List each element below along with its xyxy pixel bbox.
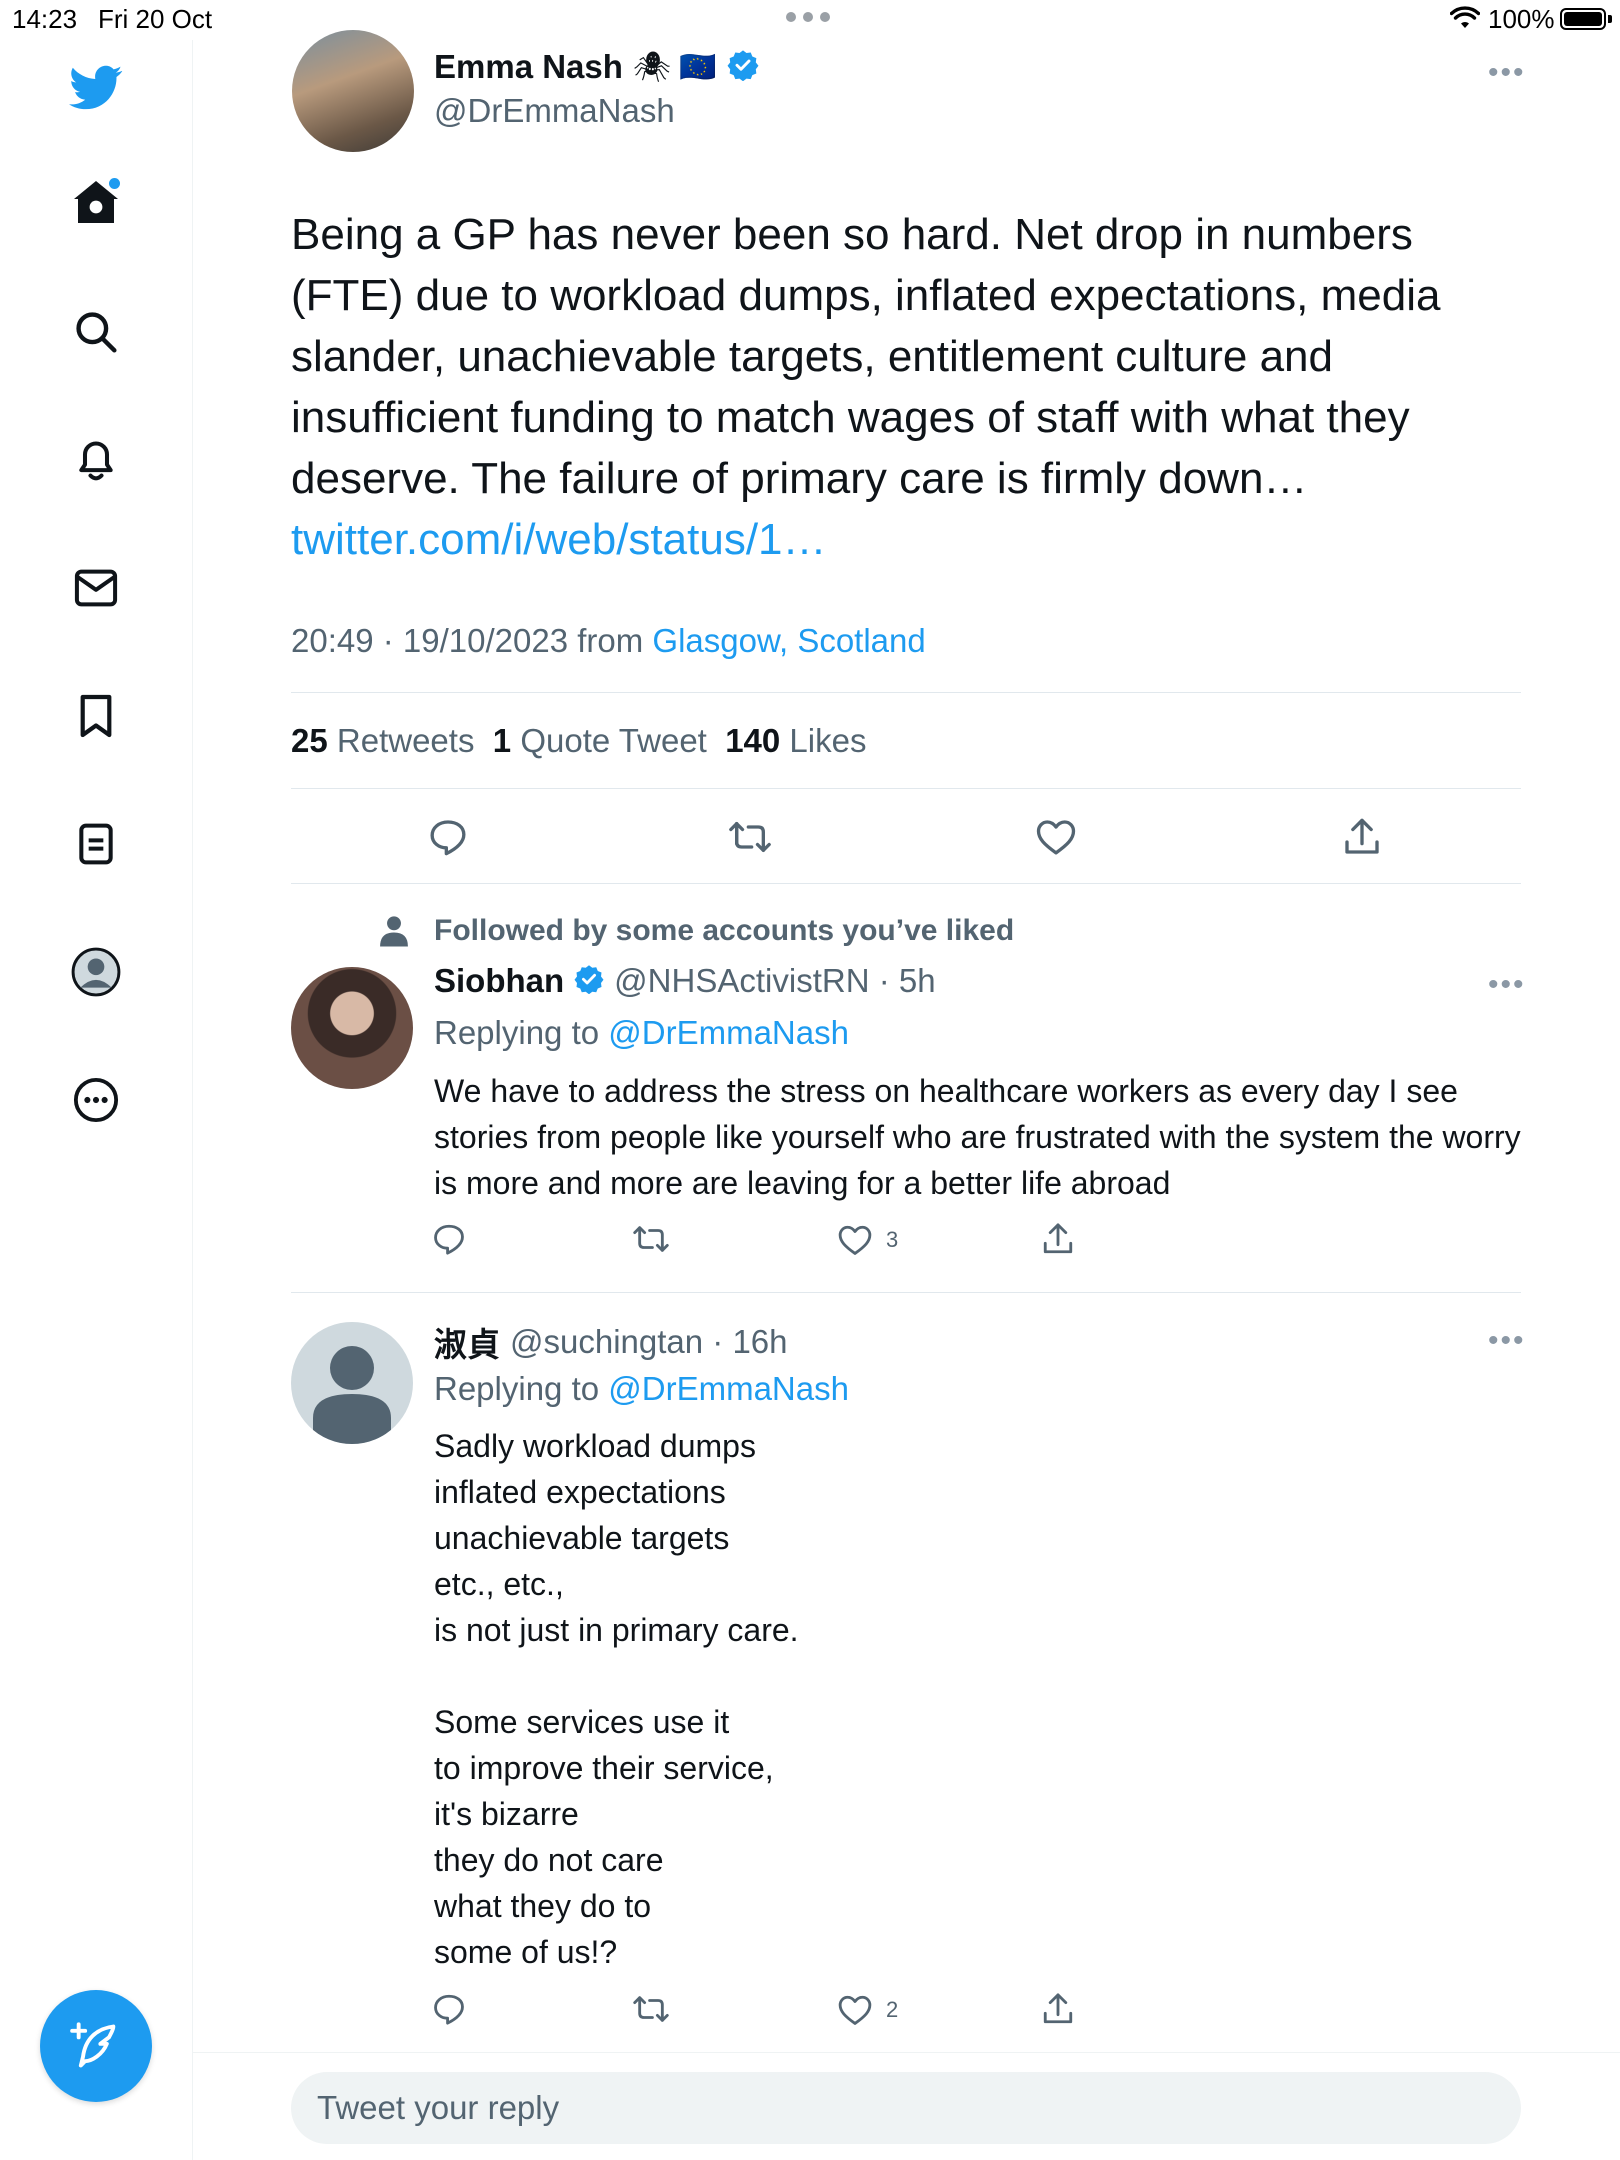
reply-text: We have to address the stress on healthc…	[434, 1073, 1521, 1201]
reply-handle[interactable]: @NHSActivistRN · 5h	[614, 962, 935, 1000]
replying-to-handle[interactable]: @DrEmmaNash	[608, 1370, 849, 1407]
more-options-icon[interactable]: •••	[1488, 970, 1526, 1000]
reply-avatar[interactable]	[291, 1322, 413, 1444]
person-icon	[378, 914, 410, 953]
composer-divider	[193, 2052, 1620, 2053]
author-avatar[interactable]	[292, 30, 414, 152]
like-button[interactable]: 2	[838, 1994, 898, 2026]
mail-icon[interactable]	[66, 558, 126, 618]
divider	[291, 788, 1521, 789]
social-context: Followed by some accounts you’ve liked	[434, 914, 1015, 947]
replying-to: Replying to @DrEmmaNash	[434, 1370, 849, 1407]
bookmark-icon[interactable]	[66, 686, 126, 746]
lists-icon[interactable]	[66, 814, 126, 874]
reply-text: Sadly workload dumps inflated expectatio…	[434, 1428, 799, 1970]
notification-dot	[109, 178, 120, 189]
reply-header: Siobhan @NHSActivistRN · 5h	[434, 962, 936, 1000]
battery-percent: 100%	[1488, 4, 1555, 34]
like-icon[interactable]	[1026, 812, 1086, 862]
like-count: 2	[886, 1997, 899, 2022]
twitter-bird-icon[interactable]	[66, 58, 126, 118]
share-icon[interactable]	[1042, 1992, 1074, 2026]
verified-badge-icon	[574, 964, 604, 999]
tweet-text: Being a GP has never been so hard. Net d…	[291, 204, 1521, 570]
replying-to: Replying to @DrEmmaNash	[434, 1014, 849, 1051]
author-handle[interactable]: @DrEmmaNash	[434, 92, 675, 130]
status-time: 14:23	[12, 4, 78, 34]
profile-icon[interactable]	[66, 942, 126, 1002]
retweets-stat[interactable]: 25 Retweets	[291, 722, 474, 759]
share-icon[interactable]	[1042, 1222, 1074, 1256]
tweet-meta: 20:49 · 19/10/2023 from Glasgow, Scotlan…	[291, 622, 926, 660]
retweet-icon[interactable]	[632, 1992, 670, 2026]
battery-icon	[1560, 8, 1606, 30]
reply-header: 淑貞 @suchingtan · 16h	[434, 1318, 788, 1366]
reply-icon[interactable]	[432, 1222, 466, 1256]
home-icon[interactable]	[66, 172, 126, 232]
author-line: Emma Nash 🕷 🇪🇺	[434, 48, 759, 86]
reply-avatar[interactable]	[291, 967, 413, 1089]
like-button[interactable]: 3	[838, 1224, 898, 1256]
reply-input[interactable]	[291, 2072, 1521, 2144]
status-date: Fri 20 Oct	[98, 4, 213, 34]
replying-to-handle[interactable]: @DrEmmaNash	[608, 1014, 849, 1051]
divider	[291, 1292, 1521, 1293]
verified-badge-icon	[727, 49, 759, 86]
like-icon	[838, 1225, 872, 1255]
divider	[291, 883, 1521, 884]
share-icon[interactable]	[1332, 812, 1392, 862]
author-name[interactable]: Emma Nash	[434, 48, 623, 86]
wifi-icon	[1449, 6, 1481, 35]
bell-icon[interactable]	[66, 430, 126, 490]
tweet-location[interactable]: Glasgow, Scotland	[652, 622, 925, 659]
tweet-stats: 25 Retweets 1 Quote Tweet 140 Likes	[291, 722, 866, 760]
more-icon[interactable]	[66, 1070, 126, 1130]
reply-handle[interactable]: @suchingtan · 16h	[510, 1323, 788, 1361]
reply-author-name[interactable]: 淑貞	[434, 1318, 500, 1366]
retweet-icon[interactable]	[632, 1222, 670, 1256]
retweet-icon[interactable]	[720, 812, 780, 862]
quotes-stat[interactable]: 1 Quote Tweet	[493, 722, 707, 759]
divider	[291, 692, 1521, 693]
compose-feather-icon[interactable]	[40, 1990, 152, 2102]
more-options-icon[interactable]: •••	[1488, 1326, 1526, 1356]
author-emojis: 🕷 🇪🇺	[632, 50, 717, 84]
tweet-link[interactable]: twitter.com/i/web/status/1…	[291, 515, 827, 564]
battery-tip	[1608, 15, 1612, 23]
like-icon	[838, 1995, 872, 2025]
likes-stat[interactable]: 140 Likes	[725, 722, 866, 759]
more-options-icon[interactable]: •••	[1488, 58, 1526, 88]
tweet-body: Being a GP has never been so hard. Net d…	[291, 210, 1441, 503]
like-count: 3	[886, 1227, 899, 1252]
multitasking-dots-icon[interactable]	[786, 12, 834, 24]
tweet-timestamp[interactable]: 20:49 · 19/10/2023 from	[291, 622, 652, 659]
reply-author-name[interactable]: Siobhan	[434, 962, 564, 1000]
reply-icon[interactable]	[418, 812, 478, 862]
search-icon[interactable]	[66, 302, 126, 362]
reply-icon[interactable]	[432, 1992, 466, 2026]
